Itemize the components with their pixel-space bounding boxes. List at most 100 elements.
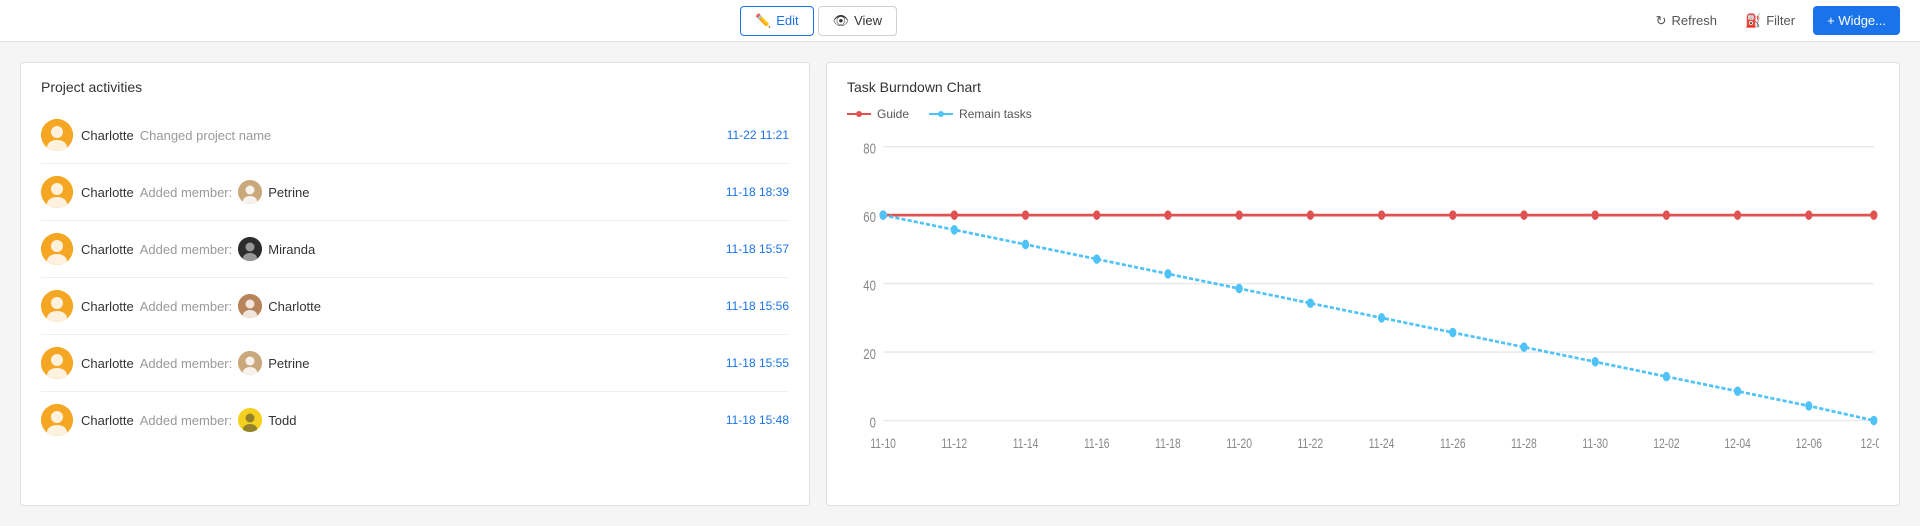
svg-text:11-24: 11-24 bbox=[1369, 436, 1395, 452]
activities-list: Charlotte Changed project name 11-22 11:… bbox=[21, 107, 809, 505]
guide-dot bbox=[1449, 210, 1456, 220]
timestamp: 11-18 18:39 bbox=[726, 185, 789, 199]
svg-text:60: 60 bbox=[863, 208, 876, 225]
remain-dot bbox=[880, 210, 887, 220]
timestamp: 11-18 15:48 bbox=[726, 413, 789, 427]
burndown-svg: 80 60 40 20 0 11-10 11-12 11-14 11-16 11… bbox=[847, 133, 1879, 489]
edit-tab[interactable]: ✏️ Edit bbox=[740, 6, 814, 36]
remain-dot bbox=[1870, 416, 1877, 426]
list-item: Charlotte Added member: Charlotte 11-18 … bbox=[41, 278, 789, 335]
svg-text:11-22: 11-22 bbox=[1298, 436, 1324, 452]
top-bar-actions: ✏️ Edit 👁 View bbox=[740, 6, 897, 36]
avatar bbox=[41, 119, 73, 151]
activity-text: Charlotte Added member: Petrine bbox=[81, 180, 718, 204]
view-tab[interactable]: 👁 View bbox=[818, 6, 897, 36]
activities-panel: Project activities Charlotte Changed pro… bbox=[20, 62, 810, 506]
svg-text:11-28: 11-28 bbox=[1511, 436, 1537, 452]
chart-title: Task Burndown Chart bbox=[847, 79, 1879, 95]
refresh-button[interactable]: ↻ Refresh bbox=[1646, 7, 1727, 35]
list-item: Charlotte Changed project name 11-22 11:… bbox=[41, 107, 789, 164]
guide-dot bbox=[1870, 210, 1877, 220]
svg-text:11-20: 11-20 bbox=[1226, 436, 1252, 452]
remain-dot bbox=[1164, 269, 1171, 279]
svg-text:11-12: 11-12 bbox=[942, 436, 968, 452]
timestamp: 11-22 11:21 bbox=[727, 128, 789, 142]
svg-text:11-10: 11-10 bbox=[870, 436, 896, 452]
remain-dot bbox=[1022, 240, 1029, 250]
activity-text: Charlotte Added member: Todd bbox=[81, 408, 718, 432]
remain-dot bbox=[1663, 372, 1670, 382]
list-item: Charlotte Added member: Todd 11-18 15:48 bbox=[41, 392, 789, 448]
activities-title: Project activities bbox=[21, 79, 809, 107]
refresh-label: Refresh bbox=[1672, 13, 1718, 28]
remain-label: Remain tasks bbox=[959, 107, 1032, 121]
action-text: Added member: bbox=[140, 299, 233, 314]
actor-name: Charlotte bbox=[81, 242, 134, 257]
member-name: Miranda bbox=[268, 242, 315, 257]
remain-dot bbox=[951, 225, 958, 235]
guide-dot bbox=[951, 210, 958, 220]
timestamp: 11-18 15:55 bbox=[726, 356, 789, 370]
legend-remain: Remain tasks bbox=[929, 107, 1032, 121]
pencil-icon: ✏️ bbox=[755, 13, 771, 29]
activity-text: Charlotte Added member: Petrine bbox=[81, 351, 718, 375]
actor-name: Charlotte bbox=[81, 128, 134, 143]
guide-line-icon bbox=[847, 113, 871, 115]
activity-text: Charlotte Added member: Miranda bbox=[81, 237, 718, 261]
guide-dot bbox=[1022, 210, 1029, 220]
legend-guide: Guide bbox=[847, 107, 909, 121]
eye-icon: 👁 bbox=[833, 13, 850, 29]
add-widget-label: + Widge... bbox=[1827, 13, 1886, 28]
timestamp: 11-18 15:57 bbox=[726, 242, 789, 256]
chart-legend: Guide Remain tasks bbox=[847, 107, 1879, 121]
activity-text: Charlotte Added member: Charlotte bbox=[81, 294, 718, 318]
chart-panel: Task Burndown Chart Guide Remain tasks 8… bbox=[826, 62, 1900, 506]
member-avatar bbox=[238, 294, 262, 318]
remain-dot bbox=[1592, 357, 1599, 367]
timestamp: 11-18 15:56 bbox=[726, 299, 789, 313]
list-item: Charlotte Added member: Petrine 11-18 18… bbox=[41, 164, 789, 221]
member-name: Petrine bbox=[268, 356, 309, 371]
filter-button[interactable]: ⛽ Filter bbox=[1735, 7, 1805, 35]
avatar bbox=[41, 233, 73, 265]
guide-dot bbox=[1093, 210, 1100, 220]
member-avatar bbox=[238, 408, 262, 432]
action-text: Added member: bbox=[140, 242, 233, 257]
guide-dot bbox=[1663, 210, 1670, 220]
guide-dot bbox=[1520, 210, 1527, 220]
guide-dot bbox=[1592, 210, 1599, 220]
svg-text:12-02: 12-02 bbox=[1653, 436, 1680, 452]
edit-label: Edit bbox=[776, 13, 798, 28]
view-label: View bbox=[854, 13, 882, 28]
avatar bbox=[41, 290, 73, 322]
remain-dot bbox=[1307, 298, 1314, 308]
add-widget-button[interactable]: + Widge... bbox=[1813, 6, 1900, 35]
guide-dot bbox=[1236, 210, 1243, 220]
action-text: Changed project name bbox=[140, 128, 272, 143]
filter-label: Filter bbox=[1766, 13, 1795, 28]
guide-dot bbox=[1378, 210, 1385, 220]
actor-name: Charlotte bbox=[81, 413, 134, 428]
member-name: Todd bbox=[268, 413, 296, 428]
svg-text:11-14: 11-14 bbox=[1013, 436, 1039, 452]
remain-dot bbox=[1093, 254, 1100, 264]
guide-dot bbox=[1805, 210, 1812, 220]
avatar bbox=[41, 176, 73, 208]
member-avatar bbox=[238, 180, 262, 204]
guide-dot bbox=[1307, 210, 1314, 220]
svg-text:11-18: 11-18 bbox=[1155, 436, 1181, 452]
remain-dot bbox=[1734, 386, 1741, 396]
svg-text:11-30: 11-30 bbox=[1582, 436, 1608, 452]
chart-area: 80 60 40 20 0 11-10 11-12 11-14 11-16 11… bbox=[847, 133, 1879, 489]
activity-text: Charlotte Changed project name bbox=[81, 128, 719, 143]
member-avatar bbox=[238, 237, 262, 261]
refresh-icon: ↻ bbox=[1656, 13, 1667, 29]
remain-dot bbox=[1378, 313, 1385, 323]
svg-text:0: 0 bbox=[870, 414, 876, 431]
svg-text:12-08: 12-08 bbox=[1861, 436, 1879, 452]
remain-line-icon bbox=[929, 113, 953, 115]
actor-name: Charlotte bbox=[81, 356, 134, 371]
svg-text:20: 20 bbox=[863, 345, 876, 362]
list-item: Charlotte Added member: Miranda 11-18 15… bbox=[41, 221, 789, 278]
remain-dot bbox=[1805, 401, 1812, 411]
